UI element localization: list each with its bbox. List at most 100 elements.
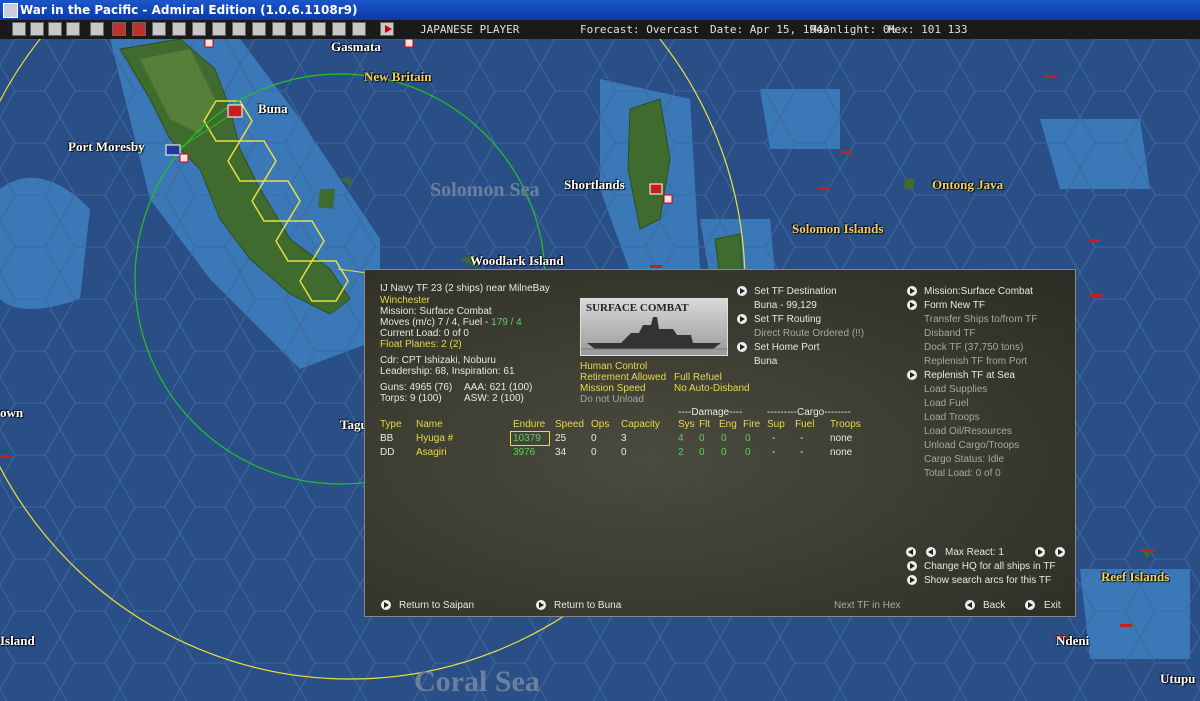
col-type[interactable]: Type — [380, 419, 402, 431]
task-force-dialog: IJ Navy TF 23 (2 ships) near MilneBay Wi… — [364, 269, 1076, 617]
arrow-icon — [737, 286, 747, 296]
arrow-icon — [907, 561, 917, 571]
weather-icon[interactable] — [352, 22, 366, 36]
toolbar-button-12[interactable] — [232, 22, 246, 36]
tf-header: IJ Navy TF 23 (2 ships) near MilneBay — [380, 283, 550, 294]
place-ndeni: Ndeni — [1056, 633, 1090, 648]
toolbar-button-16[interactable] — [312, 22, 326, 36]
react-last-icon[interactable] — [1055, 547, 1065, 557]
col-fire[interactable]: Fire — [743, 419, 760, 431]
col-sup[interactable]: Sup — [767, 419, 785, 431]
col-troops[interactable]: Troops — [830, 419, 861, 431]
set-home-port-button[interactable]: Set Home Port — [754, 342, 820, 354]
row-eng: 0 — [721, 433, 727, 444]
replenish-port-button[interactable]: Replenish TF from Port — [924, 356, 1027, 368]
toolbar-button-2[interactable] — [30, 22, 44, 36]
place-buna: Buna — [258, 101, 288, 116]
forecast-label: Forecast: Overcast — [580, 23, 700, 36]
battleship-silhouette — [581, 317, 727, 350]
toolbar-button-5[interactable] — [90, 22, 104, 36]
react-increase-icon[interactable] — [1035, 547, 1045, 557]
mission-button[interactable]: Mission:Surface Combat — [924, 286, 1033, 298]
row-ops: 0 — [591, 447, 597, 458]
row-flt: 0 — [699, 433, 705, 444]
row-troops: none — [830, 433, 853, 444]
unload-cargo-button[interactable]: Unload Cargo/Troops — [924, 440, 1019, 452]
unload-toggle[interactable]: Do not Unload — [580, 394, 644, 406]
change-hq-button[interactable]: Change HQ for all ships in TF — [924, 561, 1056, 573]
load-oil-button[interactable]: Load Oil/Resources — [924, 426, 1012, 438]
back-button[interactable]: Back — [983, 600, 1005, 612]
place-woodlark-island: Woodlark Island — [470, 253, 564, 268]
col-capacity[interactable]: Capacity — [621, 419, 660, 431]
col-eng[interactable]: Eng — [719, 419, 737, 431]
toolbar-button-9[interactable] — [172, 22, 186, 36]
arrow-icon — [381, 600, 391, 610]
show-arcs-button[interactable]: Show search arcs for this TF — [924, 575, 1051, 587]
row-endure: 3976 — [513, 447, 536, 458]
exit-arrow-icon — [1025, 600, 1035, 610]
react-first-icon[interactable] — [906, 547, 916, 557]
exit-button[interactable]: Exit — [1044, 600, 1061, 612]
row-fire: 0 — [745, 447, 751, 458]
col-sys[interactable]: Sys — [678, 419, 695, 431]
toolbar-button-4[interactable] — [66, 22, 80, 36]
dock-tf-button[interactable]: Dock TF (37,750 tons) — [924, 342, 1023, 354]
row-name[interactable]: Hyuga # — [416, 433, 453, 445]
set-destination-button[interactable]: Set TF Destination — [754, 286, 837, 298]
place-port-moresby: Port Moresby — [68, 139, 145, 154]
arrow-icon — [907, 575, 917, 585]
col-flt[interactable]: Flt — [699, 419, 710, 431]
toolbar-button-17[interactable] — [332, 22, 346, 36]
arrow-icon — [536, 600, 546, 610]
window-title: War in the Pacific - Admiral Edition (1.… — [20, 3, 358, 17]
replenish-sea-button[interactable]: Replenish TF at Sea — [924, 370, 1015, 382]
form-new-tf-button[interactable]: Form New TF — [924, 300, 985, 312]
toolbar-button-7[interactable] — [132, 22, 146, 36]
place-utupu: Utupu — [1160, 671, 1196, 686]
row-type: DD — [380, 447, 395, 458]
row-endure: 10379 — [513, 433, 541, 444]
load-supplies-button[interactable]: Load Supplies — [924, 384, 987, 396]
end-turn-play-icon[interactable] — [380, 22, 394, 36]
toolbar-button-10[interactable] — [192, 22, 206, 36]
place-town: own — [0, 405, 24, 420]
load-troops-button[interactable]: Load Troops — [924, 412, 980, 424]
return-saipan-button[interactable]: Return to Saipan — [399, 600, 474, 612]
toolbar-button-14[interactable] — [272, 22, 286, 36]
row-sys: 4 — [678, 433, 684, 444]
row-name[interactable]: Asagiri — [416, 447, 447, 459]
home-port-value: Buna — [754, 356, 778, 367]
auto-disband-toggle[interactable]: No Auto-Disband — [674, 383, 750, 395]
disband-tf-button[interactable]: Disband TF — [924, 328, 976, 340]
load-fuel-button[interactable]: Load Fuel — [924, 398, 968, 410]
toolbar-button-13[interactable] — [252, 22, 266, 36]
next-tf-button[interactable]: Next TF in Hex — [834, 600, 901, 612]
rising-sun-icon[interactable] — [112, 22, 126, 36]
col-endure[interactable]: Endure — [513, 419, 545, 431]
toolbar-button-11[interactable] — [212, 22, 226, 36]
row-capacity: 0 — [621, 447, 627, 458]
toolbar-button-8[interactable] — [152, 22, 166, 36]
set-routing-button[interactable]: Set TF Routing — [754, 314, 821, 326]
react-decrease-icon[interactable] — [926, 547, 936, 557]
tf-float-planes[interactable]: Float Planes: 2 (2) — [380, 339, 462, 351]
toolbar-button-1[interactable] — [12, 22, 26, 36]
row-eng: 0 — [721, 447, 727, 458]
place-ontong-java: Ontong Java — [932, 177, 1004, 192]
col-fuel[interactable]: Fuel — [795, 419, 814, 431]
transfer-ships-button[interactable]: Transfer Ships to/from TF — [924, 314, 1037, 326]
place-gasmata: Gasmata — [331, 39, 381, 54]
toolbar-button-15[interactable] — [292, 22, 306, 36]
return-buna-button[interactable]: Return to Buna — [554, 600, 621, 612]
tf-asw: ASW: 2 (100) — [464, 393, 524, 404]
row-type: BB — [380, 433, 394, 444]
col-name[interactable]: Name — [416, 419, 443, 431]
row-fuel: - — [800, 447, 804, 458]
row-speed: 34 — [555, 447, 567, 458]
arrow-icon — [737, 314, 747, 324]
col-ops[interactable]: Ops — [591, 419, 609, 431]
toolbar-button-3[interactable] — [48, 22, 62, 36]
place-solomon-islands: Solomon Islands — [792, 221, 884, 236]
col-speed[interactable]: Speed — [555, 419, 584, 431]
